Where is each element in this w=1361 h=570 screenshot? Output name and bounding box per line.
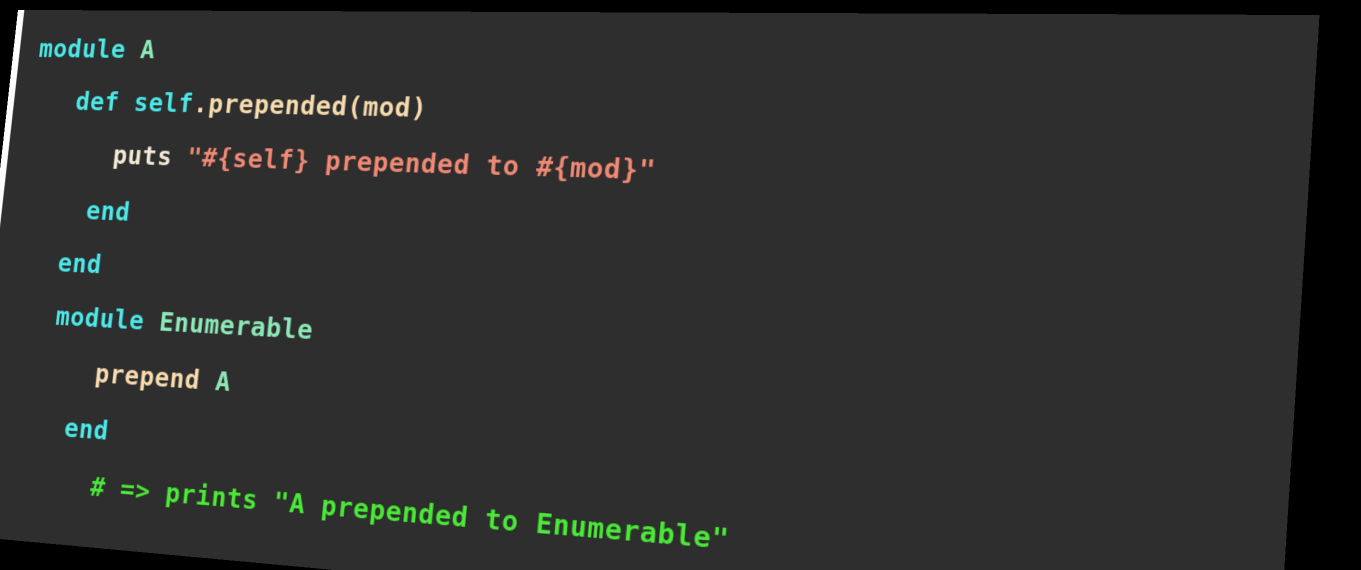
code-line-8: end [63,413,111,446]
code-token: .prepended(mod) [191,88,429,124]
code-token: end [56,247,104,280]
code-block[interactable]: module A def self.prepended(mod) puts "#… [0,10,1320,570]
code-line-6: module Enumerable [54,301,314,345]
code-token: end [62,412,111,447]
code-line-4: end [85,196,132,227]
code-line-1: module A [38,34,157,64]
code-token: end [84,195,132,227]
code-token: module [37,33,128,65]
code-token: def [74,86,122,117]
code-token: prepend [93,358,202,396]
code-line-9: # => prints "A prepended to Enumerable" [89,471,731,556]
code-token: puts [111,140,174,172]
code-card-scene: module A def self.prepended(mod) puts "#… [0,0,1361,570]
code-line-2: def self.prepended(mod) [74,87,428,124]
code-token: module [54,301,146,336]
code-token: "#{self} prepended to #{mod}" [185,142,658,187]
code-token: A [213,365,233,398]
ruby-code-card: module A def self.prepended(mod) puts "#… [0,10,1320,570]
screenshot-canvas: module A def self.prepended(mod) puts "#… [0,0,1361,570]
code-line-7: prepend A [93,358,232,397]
code-line-3: puts "#{self} prepended to #{mod}" [111,140,657,186]
code-token: self [132,87,196,119]
code-token: A [138,34,157,65]
code-line-5: end [56,248,103,280]
code-token: Enumerable [157,306,315,346]
code-token: # => prints "A prepended to Enumerable" [88,471,731,556]
